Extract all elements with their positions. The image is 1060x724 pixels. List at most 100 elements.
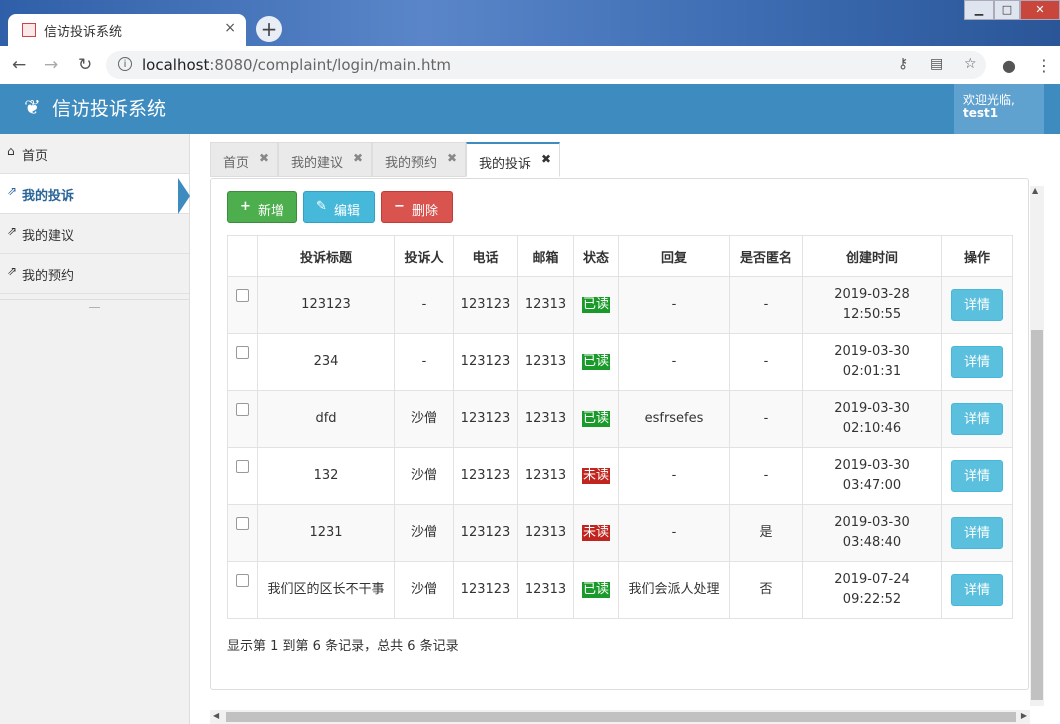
header-action: 操作 xyxy=(941,235,1013,277)
row-checkbox[interactable] xyxy=(236,459,249,473)
detail-button[interactable]: 详情 xyxy=(951,403,1003,435)
cell-anonymous: 是 xyxy=(729,504,803,562)
detail-button[interactable]: 详情 xyxy=(951,574,1003,606)
close-window-button[interactable]: ✕ xyxy=(1020,0,1060,20)
row-checkbox[interactable] xyxy=(236,288,249,302)
back-icon[interactable]: ← xyxy=(12,55,26,75)
tab-close-icon[interactable]: × xyxy=(224,20,236,36)
close-icon[interactable]: ✖ xyxy=(447,151,457,165)
cell-person: - xyxy=(394,276,454,334)
reload-icon[interactable]: ↻ xyxy=(78,55,92,75)
created-date: 2019-03-30 xyxy=(834,458,910,473)
home-icon: ⌂ xyxy=(7,144,15,158)
row-select[interactable] xyxy=(227,333,258,391)
sidebar-item-my-appointments[interactable]: ⇗ 我的预约 xyxy=(0,254,189,294)
sidebar-item-my-suggestions[interactable]: ⇗ 我的建议 xyxy=(0,214,189,254)
horizontal-scrollbar[interactable]: ◀ ▶ xyxy=(210,710,1030,724)
row-select[interactable] xyxy=(227,504,258,562)
profile-icon[interactable]: ● xyxy=(1002,56,1016,75)
sidebar-item-my-complaints[interactable]: ⇗ 我的投诉 xyxy=(0,174,190,214)
user-welcome[interactable]: 欢迎光临, test1 xyxy=(954,84,1044,134)
vertical-scrollbar[interactable]: ▲ xyxy=(1030,186,1044,706)
tab-label: 首页 xyxy=(223,156,250,171)
cell-phone: 123123 xyxy=(453,276,518,334)
header-reply[interactable]: 回复 xyxy=(618,235,730,277)
forward-icon[interactable]: → xyxy=(44,55,58,75)
row-checkbox[interactable] xyxy=(236,345,249,359)
header-person[interactable]: 投诉人 xyxy=(394,235,454,277)
cell-action: 详情 xyxy=(941,276,1013,334)
cell-status: 已读 xyxy=(573,561,619,619)
header-status[interactable]: 状态 xyxy=(573,235,619,277)
detail-button[interactable]: 详情 xyxy=(951,289,1003,321)
header-anonymous[interactable]: 是否匿名 xyxy=(729,235,803,277)
add-button[interactable]: + 新增 xyxy=(227,191,297,223)
new-tab-button[interactable]: + xyxy=(256,16,282,42)
table-row[interactable]: 132 沙僧 123123 12313 未读 - -2019-03-30 03:47:00 详情 xyxy=(227,447,1013,505)
browser-tab[interactable]: 信访投诉系统 × xyxy=(8,14,246,46)
key-icon[interactable]: ⚷ xyxy=(898,56,908,72)
cell-phone: 123123 xyxy=(453,333,518,391)
row-select[interactable] xyxy=(227,390,258,448)
bookmark-star-icon[interactable]: ☆ xyxy=(964,56,977,72)
row-select[interactable] xyxy=(227,276,258,334)
complaints-panel: + 新增 ✎ 编辑 − 删除 投诉标题 投诉人 电话 邮箱 状态 回复 是否匿名… xyxy=(210,178,1029,690)
delete-button[interactable]: − 删除 xyxy=(381,191,453,223)
complaints-table: 投诉标题 投诉人 电话 邮箱 状态 回复 是否匿名 创建时间 操作 123123… xyxy=(227,235,1013,619)
tab-home[interactable]: 首页 ✖ xyxy=(210,142,278,177)
row-checkbox[interactable] xyxy=(236,402,249,416)
row-select[interactable] xyxy=(227,447,258,505)
table-row[interactable]: dfd 沙僧 123123 12313 已读 esfrsefes - 2019-03-30 02… xyxy=(227,390,1013,448)
sidebar-item-home[interactable]: ⌂ 首页 xyxy=(0,134,189,174)
tab-my-appointments[interactable]: 我的预约 ✖ xyxy=(372,142,466,177)
table-row[interactable]: 我们区的区长不干事 沙僧 123123 12313 已读 我们会派人处理否 2019-07-… xyxy=(227,561,1013,619)
cell-anonymous: - xyxy=(729,276,803,334)
translate-icon[interactable]: ▤ xyxy=(930,56,943,72)
cell-status: 已读 xyxy=(573,333,619,391)
header-phone[interactable]: 电话 xyxy=(453,235,518,277)
status-badge: 已读 xyxy=(581,411,610,427)
minimize-button[interactable]: ▁ xyxy=(964,0,994,20)
maximize-button[interactable]: □ xyxy=(994,0,1020,20)
detail-button[interactable]: 详情 xyxy=(951,517,1003,549)
table-row[interactable]: 123123-123123 12313 已读 - -2019-03-28 12:50:55… xyxy=(227,276,1013,334)
tab-my-suggestions[interactable]: 我的建议 ✖ xyxy=(278,142,372,177)
scroll-right-icon[interactable]: ▶ xyxy=(1021,711,1027,720)
tab-label: 我的预约 xyxy=(385,156,438,171)
table-row[interactable]: 234-123123 12313 已读 - -2019-03-30 02:01:31 详情 xyxy=(227,333,1013,391)
menu-icon[interactable]: ⋮ xyxy=(1036,56,1052,75)
favicon-icon xyxy=(22,23,36,37)
header-created[interactable]: 创建时间 xyxy=(802,235,942,277)
sidebar: ⌂ 首页 ⇗ 我的投诉 ⇗ 我的建议 ⇗ 我的预约 — xyxy=(0,134,190,724)
tab-my-complaints[interactable]: 我的投诉 ✖ xyxy=(466,142,560,177)
scrollbar-thumb[interactable] xyxy=(1031,330,1043,700)
cell-email: 12313 xyxy=(517,390,574,448)
created-date: 2019-03-30 xyxy=(834,515,910,530)
close-icon[interactable]: ✖ xyxy=(541,152,551,166)
row-select[interactable] xyxy=(227,561,258,619)
cell-created: 2019-03-30 02:10:46 xyxy=(802,390,942,448)
cell-status: 未读 xyxy=(573,447,619,505)
detail-button[interactable]: 详情 xyxy=(951,346,1003,378)
cell-person: 沙僧 xyxy=(394,561,454,619)
table-row[interactable]: 1231 沙僧 123123 12313 未读 - 是 2019-03-30 03:48:40 详… xyxy=(227,504,1013,562)
header-email[interactable]: 邮箱 xyxy=(517,235,574,277)
close-icon[interactable]: ✖ xyxy=(353,151,363,165)
created-time: 09:22:52 xyxy=(842,592,902,607)
cell-title: dfd xyxy=(257,390,395,448)
scroll-up-icon[interactable]: ▲ xyxy=(1032,186,1038,195)
edit-button[interactable]: ✎ 编辑 xyxy=(303,191,375,223)
info-icon[interactable]: i xyxy=(118,57,132,71)
header-title[interactable]: 投诉标题 xyxy=(257,235,395,277)
cell-title: 1231 xyxy=(257,504,395,562)
row-checkbox[interactable] xyxy=(236,516,249,530)
scrollbar-thumb[interactable] xyxy=(226,712,1016,722)
scroll-left-icon[interactable]: ◀ xyxy=(213,711,219,720)
cell-email: 12313 xyxy=(517,333,574,391)
sidebar-collapse-toggle[interactable]: — xyxy=(0,299,189,318)
close-icon[interactable]: ✖ xyxy=(259,151,269,165)
detail-button[interactable]: 详情 xyxy=(951,460,1003,492)
row-checkbox[interactable] xyxy=(236,573,249,587)
url-text: localhost:8080/complaint/login/main.htm xyxy=(142,56,451,74)
url-field[interactable]: i localhost:8080/complaint/login/main.ht… xyxy=(106,51,986,79)
